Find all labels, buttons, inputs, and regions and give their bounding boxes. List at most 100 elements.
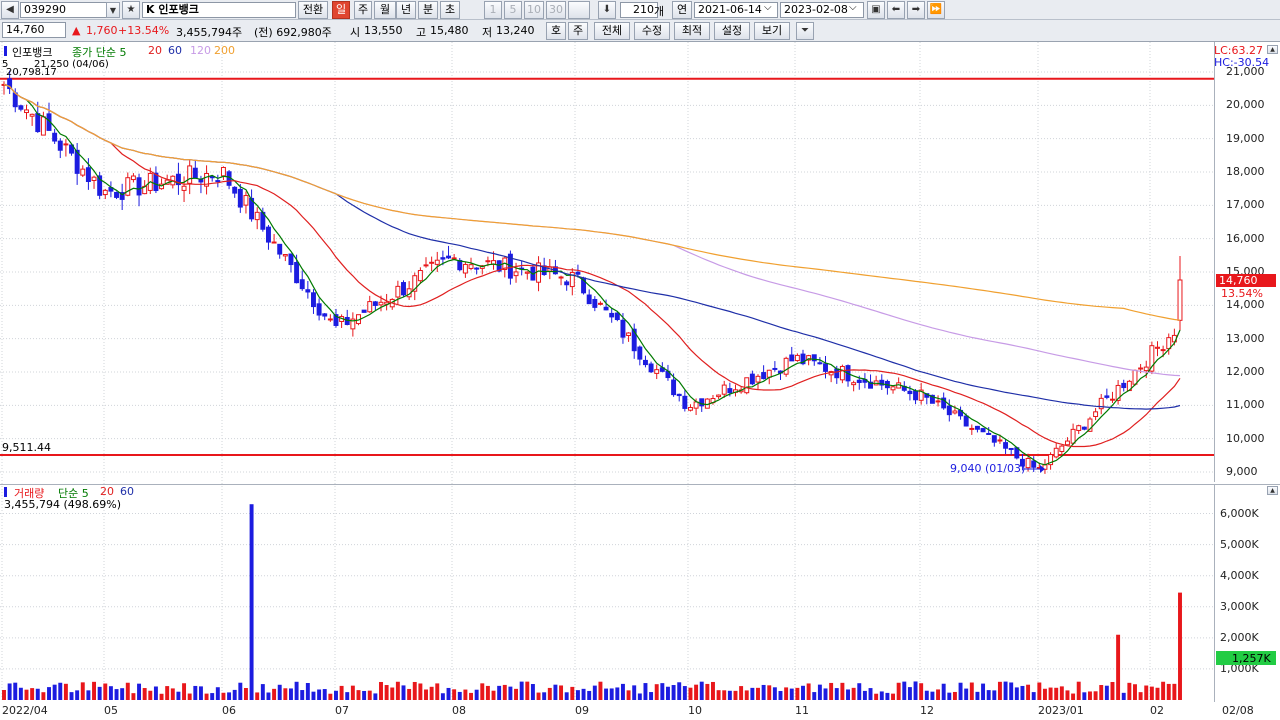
volume-y-tick: 3,000K xyxy=(1220,599,1259,613)
volume-bar xyxy=(114,689,119,700)
candle-body xyxy=(474,267,480,270)
volume-bar xyxy=(964,688,969,700)
candle-body xyxy=(232,186,238,194)
candle-body xyxy=(609,312,615,318)
candle-body xyxy=(327,318,333,321)
candle-body xyxy=(772,367,778,370)
volume-bar xyxy=(1042,688,1047,700)
candle-body xyxy=(716,394,722,398)
candle-body xyxy=(834,368,840,379)
x-tick-label: 02/08 xyxy=(1222,704,1254,717)
price-y-tick: 20,000 xyxy=(1226,98,1265,112)
candle-body xyxy=(513,271,519,277)
volume-bar xyxy=(778,691,783,700)
volume-bar xyxy=(288,688,293,700)
volume-bar xyxy=(24,689,29,700)
volume-bar xyxy=(41,692,46,700)
volume-bar xyxy=(227,692,232,700)
candle-body xyxy=(935,400,941,403)
ma-line-200 xyxy=(3,83,1181,321)
candle-body xyxy=(1008,447,1014,450)
candle-body xyxy=(620,319,626,338)
volume-bar xyxy=(390,687,395,700)
pane-collapse-icon[interactable]: ▲ xyxy=(1267,486,1278,495)
candle-body xyxy=(1143,366,1149,372)
volume-bar xyxy=(727,690,732,700)
volume-bar xyxy=(1149,686,1154,700)
volume-bar xyxy=(823,688,828,700)
candle-body xyxy=(626,332,632,336)
volume-bar xyxy=(429,686,434,700)
volume-bar xyxy=(373,693,378,700)
candle-body xyxy=(457,259,463,271)
volume-bar xyxy=(1104,685,1109,700)
volume-bar xyxy=(215,687,220,700)
volume-bar xyxy=(1093,691,1098,700)
ma-line-60 xyxy=(3,83,1181,410)
x-tick-label: 10 xyxy=(688,704,702,717)
volume-bar xyxy=(1076,681,1081,700)
candle-body xyxy=(575,271,581,275)
volume-bar xyxy=(834,688,839,700)
candle-body xyxy=(592,298,598,308)
price-pane-collapse-icon[interactable]: ▲ xyxy=(1267,45,1278,54)
volume-bar xyxy=(7,683,12,700)
volume-bar xyxy=(407,688,412,700)
volume-bar xyxy=(120,688,125,700)
high-line-value: 20,798.17 xyxy=(6,67,57,78)
volume-bar xyxy=(553,684,558,700)
candle-body xyxy=(1104,395,1110,398)
volume-bar xyxy=(919,683,924,700)
volume-bar xyxy=(519,681,524,700)
x-tick-label: 12 xyxy=(920,704,934,717)
candle-body xyxy=(817,362,823,365)
volume-bar xyxy=(249,504,254,700)
volume-bar xyxy=(491,690,496,700)
volume-bar xyxy=(620,683,625,700)
candle-body xyxy=(57,140,63,151)
candle-body xyxy=(1138,367,1144,370)
volume-bar xyxy=(879,691,884,700)
volume-bar xyxy=(480,683,485,700)
volume-bar xyxy=(756,687,760,700)
volume-bar xyxy=(176,691,181,700)
volume-bar xyxy=(846,689,850,700)
candle-body xyxy=(429,261,435,264)
candle-body xyxy=(603,306,609,311)
volume-bar xyxy=(148,690,153,700)
volume-bar xyxy=(1054,687,1059,700)
low-line-value: 9,511.44 xyxy=(2,441,51,454)
candle-body xyxy=(1121,382,1127,389)
candle-body xyxy=(1177,279,1183,321)
volume-bar xyxy=(1121,692,1126,700)
candle-body xyxy=(102,189,108,196)
volume-bar xyxy=(137,683,142,700)
candle-body xyxy=(744,377,750,394)
volume-bar xyxy=(1172,683,1177,700)
candle-body xyxy=(1155,346,1160,349)
candle-body xyxy=(187,165,193,184)
volume-bar xyxy=(581,688,586,700)
volume-ma20-label: 20 xyxy=(100,485,114,498)
volume-bar xyxy=(649,692,654,700)
candle-body xyxy=(91,176,97,181)
candle-body xyxy=(468,264,474,269)
volume-bar xyxy=(153,686,158,700)
volume-bar xyxy=(902,681,907,700)
volume-bar xyxy=(165,686,170,700)
candle-body xyxy=(18,105,24,110)
volume-bar xyxy=(981,683,986,700)
volume-bar xyxy=(92,681,96,700)
volume-bar xyxy=(801,685,805,700)
candle-body xyxy=(1076,425,1082,431)
volume-bar xyxy=(733,690,738,700)
candle-body xyxy=(1059,445,1065,452)
volume-bar xyxy=(817,684,822,700)
volume-bar xyxy=(947,692,952,700)
volume-bar xyxy=(829,682,834,700)
volume-bar xyxy=(52,684,57,700)
volume-bar xyxy=(69,692,74,700)
candle-body xyxy=(946,405,952,416)
volume-bar xyxy=(592,685,597,700)
volume-bar xyxy=(896,682,901,700)
